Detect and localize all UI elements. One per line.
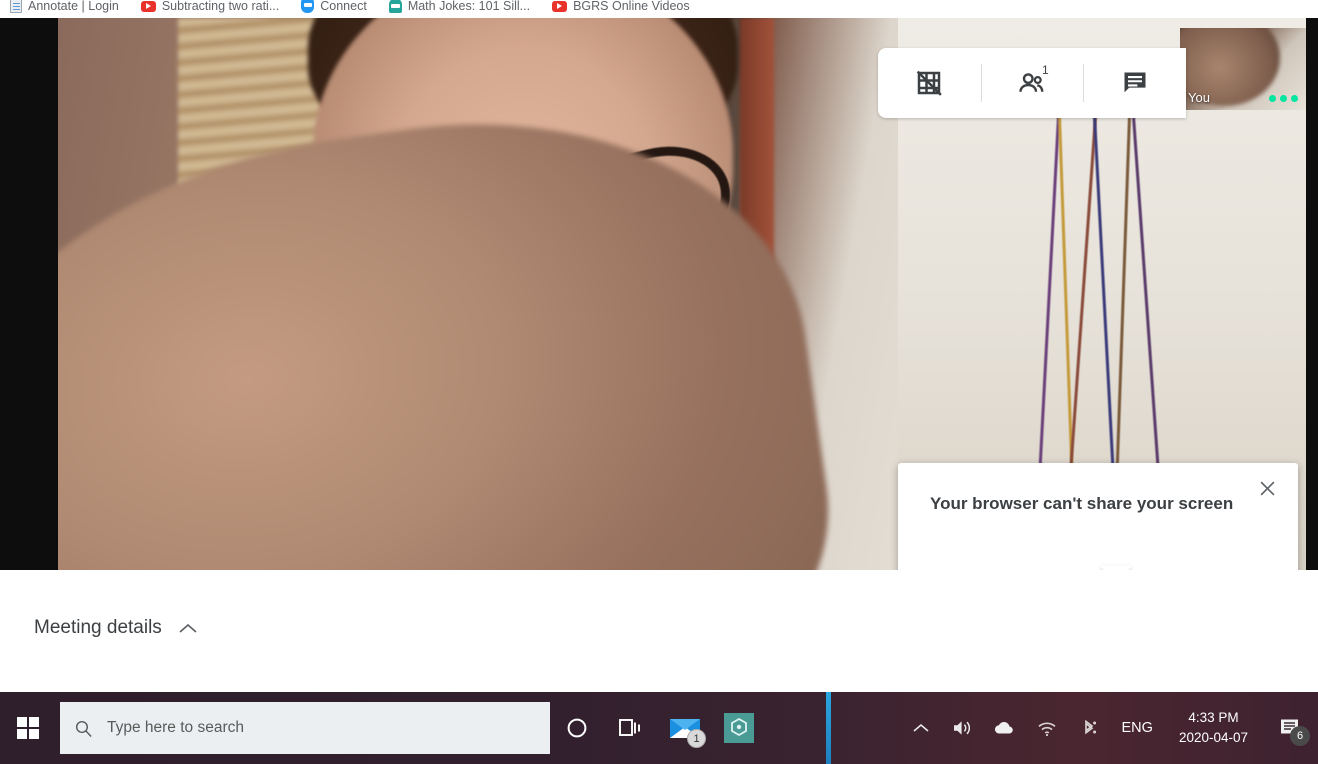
- close-icon: [1260, 481, 1274, 495]
- bookmark-item[interactable]: Connect: [301, 0, 367, 18]
- bookmark-item[interactable]: Subtracting two rati...: [140, 0, 280, 18]
- meeting-details-button[interactable]: Meeting details: [34, 617, 198, 639]
- bookmark-item[interactable]: Math Jokes: 101 Sill...: [388, 0, 531, 18]
- show-people-button[interactable]: 1: [980, 48, 1084, 118]
- volume-button[interactable]: [942, 692, 984, 764]
- search-placeholder: Type here to search: [107, 719, 244, 736]
- bookmarks-bar: Annotate | Login Subtracting two rati...…: [0, 0, 1318, 18]
- change-layout-button[interactable]: [878, 48, 981, 118]
- meeting-top-toolbar: 1: [878, 48, 1186, 118]
- show-hidden-icons-button[interactable]: [900, 692, 942, 764]
- clock-date: 2020-04-07: [1178, 730, 1248, 745]
- bookmark-item[interactable]: BGRS Online Videos: [552, 0, 690, 18]
- language-indicator[interactable]: ENG: [1110, 720, 1165, 736]
- document-icon: [10, 0, 22, 13]
- task-view-button[interactable]: [604, 692, 658, 764]
- self-view-label: You: [1188, 90, 1210, 105]
- speaker-icon: [953, 721, 970, 735]
- search-icon: [75, 720, 92, 737]
- video-stage: You 1 Your browser can't share your scre…: [0, 18, 1318, 570]
- photos-button[interactable]: [712, 692, 766, 764]
- task-view-icon: [619, 719, 640, 736]
- video-background-cable: [1114, 78, 1133, 498]
- wifi-icon: [1037, 722, 1056, 737]
- meeting-control-bar: Meeting details: [0, 570, 1318, 692]
- photos-icon: [724, 713, 754, 743]
- onedrive-button[interactable]: [984, 692, 1026, 764]
- windows-logo-icon: [17, 717, 39, 739]
- audio-level-indicator: [1269, 95, 1298, 102]
- bookmark-label: Annotate | Login: [28, 0, 119, 13]
- cortana-icon: [567, 718, 587, 738]
- action-center-button[interactable]: 6: [1262, 692, 1318, 764]
- mail-badge: 1: [687, 729, 706, 748]
- mail-button[interactable]: 1: [658, 692, 712, 764]
- bookmark-label: BGRS Online Videos: [573, 0, 690, 13]
- video-background-cable: [1129, 78, 1162, 498]
- meeting-window: Annotate | Login Subtracting two rati...…: [0, 0, 1318, 764]
- connect-icon: [301, 0, 315, 13]
- taskbar-clock[interactable]: 4:33 PM 2020-04-07: [1165, 708, 1262, 747]
- system-tray: ENG 4:33 PM 2020-04-07 6: [900, 692, 1318, 764]
- bluetooth-button[interactable]: [1068, 692, 1110, 764]
- self-view-tile[interactable]: You: [1180, 28, 1306, 110]
- video-background-cable: [1091, 78, 1116, 498]
- screen-share-tooltip: Your browser can't share your screen: [898, 463, 1298, 570]
- youtube-icon: [140, 0, 156, 12]
- clock-time: 4:33 PM: [1188, 710, 1239, 726]
- bluetooth-icon: [1084, 719, 1096, 735]
- bookmark-label: Subtracting two rati...: [161, 0, 280, 13]
- bookmark-item[interactable]: Annotate | Login: [10, 0, 119, 18]
- network-button[interactable]: [1026, 692, 1068, 764]
- grid-off-icon: [917, 70, 943, 96]
- tooltip-close-button[interactable]: [1254, 475, 1280, 501]
- show-chat-button[interactable]: [1083, 48, 1186, 118]
- windows-taskbar: Type here to search 1 ENG 4:33 PM 2020-0…: [0, 692, 1318, 764]
- people-count-badge: 1: [1042, 63, 1049, 77]
- meeting-details-label: Meeting details: [34, 617, 162, 638]
- cloud-icon: [994, 721, 1013, 734]
- bookmark-label: Connect: [320, 0, 367, 13]
- chevron-up-icon: [179, 623, 197, 633]
- taskbar-search-input[interactable]: Type here to search: [60, 702, 550, 754]
- start-button[interactable]: [0, 692, 56, 764]
- taskbar-active-app-indicator: [826, 692, 831, 764]
- cortana-button[interactable]: [550, 692, 604, 764]
- math-jokes-icon: [388, 0, 402, 13]
- chat-icon: [1124, 72, 1146, 93]
- tooltip-message: Your browser can't share your screen: [930, 494, 1234, 513]
- youtube-icon: [552, 0, 568, 12]
- notification-badge: 6: [1290, 726, 1310, 746]
- chevron-up-icon: [912, 723, 929, 732]
- bookmark-label: Math Jokes: 101 Sill...: [407, 0, 531, 13]
